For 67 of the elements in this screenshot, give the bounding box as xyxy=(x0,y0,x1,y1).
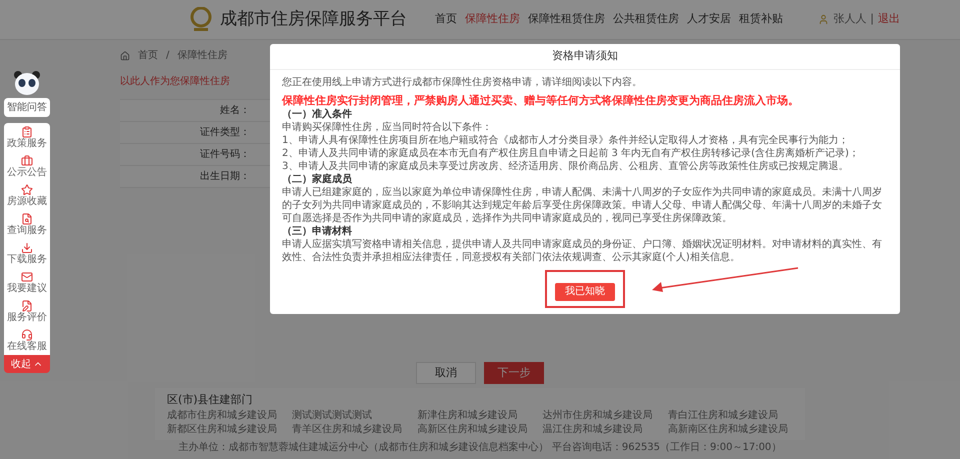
sidebar-item[interactable]: 查询服务 xyxy=(4,210,50,239)
department-link[interactable]: 新津住房和城乡建设局 xyxy=(417,408,543,422)
department-link[interactable]: 达州市住房和城乡建设局 xyxy=(542,408,668,422)
paragraph: 1、申请人具有保障性住房项目所在地户籍或符合《成都市人才分类目录》条件并经认定取得人才资格，具有完全民事行为能力； xyxy=(282,134,850,147)
department-link[interactable]: 测试测试测试测试 xyxy=(292,408,418,422)
field-label: 姓名： xyxy=(219,104,250,118)
section-heading: （二）家庭成员 xyxy=(282,173,353,186)
nav-link[interactable]: 保障性住房 xyxy=(465,11,520,28)
warning-text: 保障性住房实行封闭管理，严禁购房人通过买卖、赠与等任何方式将保障性住房变更为商品住房流入市场。 xyxy=(282,93,800,108)
department-link[interactable]: 高新南区住房和城乡建设局 xyxy=(668,422,793,436)
headset-icon xyxy=(21,328,33,340)
department-link[interactable]: 高新区住房和城乡建设局 xyxy=(417,422,543,436)
sidebar-item[interactable]: 政策服务 xyxy=(4,123,50,152)
search-icon xyxy=(21,212,33,224)
department-link[interactable]: 青羊区住房和城乡建设局 xyxy=(292,422,418,436)
confirm-button[interactable]: 我已知晓 xyxy=(555,282,615,300)
sidebar-item[interactable]: 我要建议 xyxy=(4,268,50,297)
site-title: 成都市住房保障服务平台 xyxy=(220,8,407,31)
field-label: 证件号码： xyxy=(199,148,250,162)
breadcrumb-link[interactable]: 保障性住房 xyxy=(177,48,228,63)
sidebar-item[interactable]: 下载服务 xyxy=(4,239,50,268)
intro-text: 您正在使用线上申请方式进行成都市保障性住房资格申请，请详细阅读以下内容。 xyxy=(282,76,643,89)
paragraph: 3、申请人及共同申请的家庭成员未享受过房改房、经济适用房、限价商品房、公租房、直管公房等政策性住房或已按规定腾退。 xyxy=(282,160,850,173)
notice-text: 以此人作为您保障性住房 xyxy=(120,76,230,87)
section-heading: （三）申请材料 xyxy=(282,225,353,238)
field-label: 出生日期： xyxy=(199,170,250,184)
nav-link[interactable]: 公共租赁住房 xyxy=(613,11,679,28)
star-icon xyxy=(21,184,33,196)
section-title: 区(市)县住建部门 xyxy=(167,392,254,408)
nav-link[interactable]: 首页 xyxy=(435,11,457,28)
paragraph: 申请购买保障性住房，应当同时符合以下条件： xyxy=(282,121,493,134)
paragraph: 申请人应据实填写资格申请相关信息，提供申请人及共同申请家庭成员的身份证、户口簿、婚姻状况证明材料。对申请材料的真实性、有效性、合法性负责并承担相应法律责任，同意授权有关部门依法依规调查、公示其家庭(个人)相关信息。 xyxy=(282,238,883,264)
department-link[interactable]: 青白江住房和城乡建设局 xyxy=(668,408,793,422)
next-button[interactable]: 下一步 xyxy=(484,362,544,384)
sidebar-item[interactable]: 房源收藏 xyxy=(4,181,50,210)
separator: | xyxy=(870,11,874,28)
paragraph: 2、申请人及共同申请的家庭成员在本市无自有产权住房且自申请之日起前 3 年内无自有产权住房转移记录(含住房离婚析产记录)； xyxy=(282,147,860,160)
paragraph: 申请人已组建家庭的，应当以家庭为单位申请保障性住房，申请人配偶、未满十八周岁的子女应作为共同申请的家庭成员。未满十八周岁的子女列为共同申请家庭成员的，不影响其达到规定年龄后享受住房保障政策。申请人父母、申请人配偶父母、年满十八周岁的未婚子女可自愿选择是否作为共同申请的家庭成员，选择作为共同申请家庭成员的，视同已享受住房保障政策。 xyxy=(282,186,883,225)
nav-link[interactable]: 保障性租赁住房 xyxy=(528,11,605,28)
sidebar-item[interactable]: 在线客服 xyxy=(4,326,50,355)
sidebar-item[interactable]: 公示公告 xyxy=(4,152,50,181)
user-icon xyxy=(818,14,830,25)
department-link[interactable]: 温江住房和城乡建设局 xyxy=(542,422,668,436)
logo-icon xyxy=(190,6,212,32)
nav-link[interactable]: 租赁补贴 xyxy=(739,11,783,28)
logout-link[interactable]: 退出 xyxy=(878,11,900,28)
mail-icon xyxy=(21,270,33,282)
nav-link[interactable]: 人才安居 xyxy=(687,11,731,28)
briefcase-icon xyxy=(21,154,33,166)
field-label: 证件类型： xyxy=(199,126,250,140)
collapse-button[interactable]: 收起 xyxy=(4,355,50,373)
section-heading: （一）准入条件 xyxy=(282,108,353,121)
breadcrumb-separator: / xyxy=(166,49,170,63)
breadcrumb-link[interactable]: 首页 xyxy=(138,48,158,63)
list-icon xyxy=(21,126,33,138)
download-icon xyxy=(21,242,33,254)
edit-icon xyxy=(21,300,33,312)
cancel-button[interactable]: 取消 xyxy=(416,362,476,384)
dialog-title: 资格申请须知 xyxy=(270,44,900,70)
assistant-label[interactable]: 智能问答 xyxy=(4,98,50,117)
department-link[interactable]: 成都市住房和城乡建设局 xyxy=(167,408,292,422)
sidebar-item[interactable]: 服务评价 xyxy=(4,297,50,326)
department-link[interactable]: 新都区住房和城乡建设局 xyxy=(167,422,292,436)
user-name: 张人人 xyxy=(833,11,866,28)
panda-icon[interactable] xyxy=(13,70,41,96)
home-icon xyxy=(120,50,130,60)
footer-text: 主办单位：成都市智慧蓉城住建城运分中心（成都市住房和城乡建设信息档案中心） 平台咨询电话：962535（工作日：9:00～17:00） xyxy=(178,442,782,454)
